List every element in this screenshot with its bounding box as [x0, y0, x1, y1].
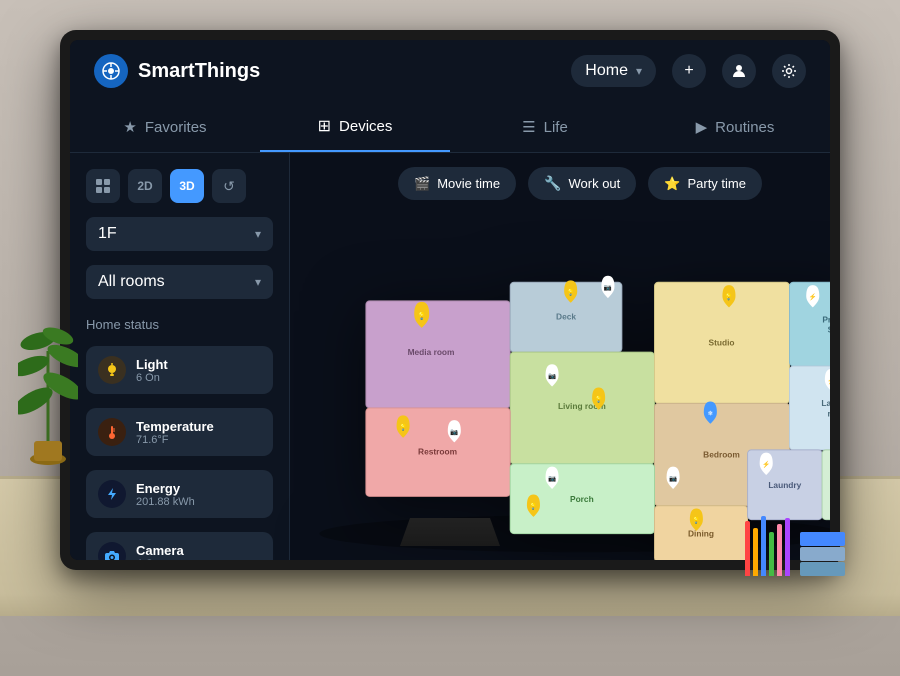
svg-text:❄: ❄	[708, 409, 714, 417]
status-energy[interactable]: Energy 201.88 kWh	[86, 470, 273, 518]
floor-plan: Media room Deck	[310, 214, 830, 560]
energy-info: Energy 201.88 kWh	[136, 481, 195, 508]
svg-text:Primary: Primary	[822, 314, 830, 324]
routines-icon: ▶	[696, 118, 708, 136]
home-selector[interactable]: Home ▾	[571, 55, 656, 87]
header-controls: Home ▾ +	[571, 54, 806, 88]
svg-text:Laundry: Laundry	[821, 398, 830, 408]
light-info: Light 6 On	[136, 357, 168, 384]
svg-text:⚡: ⚡	[762, 461, 770, 469]
svg-text:Media room: Media room	[408, 347, 455, 357]
floor-chevron	[255, 227, 261, 241]
svg-text:Restroom: Restroom	[418, 447, 457, 457]
app-header: SmartThings Home ▾ +	[70, 40, 830, 102]
devices-icon: ⊞	[318, 116, 331, 136]
smartthings-app: SmartThings Home ▾ +	[70, 40, 830, 560]
svg-text:📷: 📷	[450, 429, 458, 436]
room-chevron	[255, 275, 261, 289]
svg-text:💡: 💡	[417, 312, 426, 321]
svg-text:Deck: Deck	[556, 312, 576, 322]
shelf-front	[0, 594, 900, 616]
temperature-info: Temperature 71.6°F	[136, 419, 214, 446]
sidebar: 2D 3D ↺ 1F	[70, 153, 290, 560]
svg-text:room: room	[827, 408, 830, 418]
pencil-holder	[745, 516, 790, 576]
view-3d-button[interactable]: 3D	[170, 169, 204, 203]
map-area: 🎬 Movie time 🔧 Work out ⭐ Party time	[290, 153, 830, 560]
room-label: All rooms	[98, 273, 165, 291]
scene-movie-time[interactable]: 🎬 Movie time	[398, 167, 516, 200]
svg-text:💡: 💡	[725, 293, 733, 301]
svg-text:Laundry: Laundry	[768, 480, 801, 490]
logo-area: SmartThings	[94, 54, 260, 88]
home-chevron: ▾	[636, 64, 642, 78]
favorites-icon: ★	[123, 118, 136, 136]
svg-text:Suite: Suite	[828, 325, 830, 335]
camera-icon	[98, 542, 126, 560]
status-camera[interactable]: Camera 4 On	[86, 532, 273, 560]
svg-text:💡: 💡	[595, 395, 603, 403]
scene-bar: 🎬 Movie time 🔧 Work out ⭐ Party time	[310, 167, 830, 200]
status-temperature[interactable]: Temperature 71.6°F	[86, 408, 273, 456]
svg-text:Studio: Studio	[709, 338, 735, 348]
svg-text:📷: 📷	[669, 476, 677, 483]
settings-button[interactable]	[772, 54, 806, 88]
svg-text:💡: 💡	[529, 503, 537, 511]
svg-text:Dining: Dining	[688, 528, 714, 538]
light-icon	[98, 356, 126, 384]
workout-icon: 🔧	[544, 175, 561, 192]
svg-text:💡: 💡	[399, 423, 407, 431]
scene-workout[interactable]: 🔧 Work out	[528, 167, 636, 200]
floor-plan-container: Media room Deck	[310, 214, 830, 560]
profile-button[interactable]	[722, 54, 756, 88]
home-label: Home	[585, 62, 628, 80]
svg-text:Bedroom: Bedroom	[703, 449, 740, 459]
tab-devices[interactable]: ⊞ Devices	[260, 102, 450, 152]
tab-life[interactable]: ☰ Life	[450, 102, 640, 152]
svg-text:💡: 💡	[692, 516, 700, 524]
camera-info: Camera 4 On	[136, 543, 184, 561]
add-button[interactable]: +	[672, 54, 706, 88]
svg-text:📷: 📷	[548, 476, 556, 483]
view-grid-button[interactable]	[86, 169, 120, 203]
app-title: SmartThings	[138, 60, 260, 83]
movie-icon: 🎬	[414, 176, 430, 192]
tab-favorites[interactable]: ★ Favorites	[70, 102, 260, 152]
svg-text:Porch: Porch	[570, 494, 594, 504]
plant	[18, 311, 78, 476]
main-content: 2D 3D ↺ 1F	[70, 153, 830, 560]
view-controls: 2D 3D ↺	[86, 169, 273, 203]
nav-tabs: ★ Favorites ⊞ Devices ☰ Life ▶ Routines	[70, 102, 830, 153]
svg-text:⚡: ⚡	[809, 293, 817, 301]
life-icon: ☰	[522, 118, 535, 136]
tv-stand	[400, 518, 500, 546]
floor-selector[interactable]: 1F	[86, 217, 273, 251]
status-light[interactable]: Light 6 On	[86, 346, 273, 394]
floor-label: 1F	[98, 225, 117, 243]
tab-routines[interactable]: ▶ Routines	[640, 102, 830, 152]
scene-party-time[interactable]: ⭐ Party time	[648, 167, 762, 200]
svg-text:⚡: ⚡	[827, 377, 830, 385]
svg-text:📷: 📷	[604, 285, 612, 292]
view-history-button[interactable]: ↺	[212, 169, 246, 203]
svg-text:💡: 💡	[567, 288, 575, 296]
shelf-decorations	[745, 516, 845, 576]
book-stack	[800, 532, 845, 576]
svg-text:📷: 📷	[548, 373, 556, 380]
room-selector[interactable]: All rooms	[86, 265, 273, 299]
home-status-title: Home status	[86, 317, 273, 332]
energy-icon	[98, 480, 126, 508]
party-icon: ⭐	[664, 176, 680, 192]
tv-screen: SmartThings Home ▾ +	[70, 40, 830, 560]
view-2d-button[interactable]: 2D	[128, 169, 162, 203]
temperature-icon	[98, 418, 126, 446]
smartthings-logo	[94, 54, 128, 88]
tv-frame: SmartThings Home ▾ +	[60, 30, 840, 570]
